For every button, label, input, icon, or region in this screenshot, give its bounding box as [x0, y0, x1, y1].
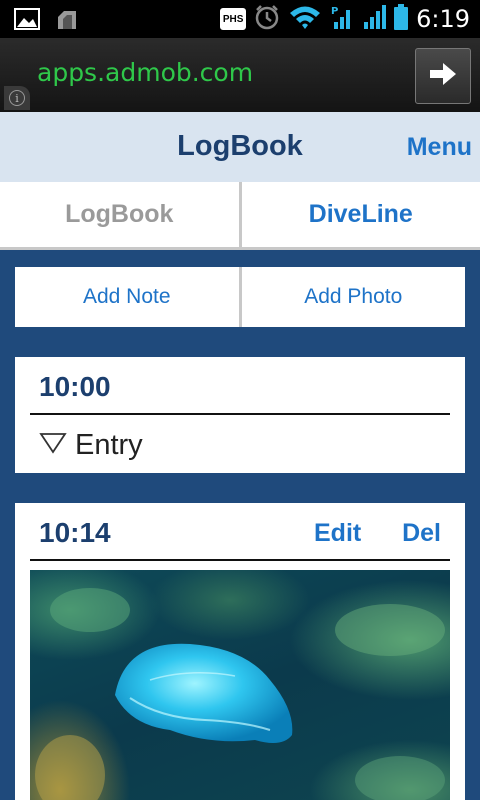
- battery-icon: [394, 3, 409, 35]
- divider: [30, 559, 450, 561]
- svg-text:P: P: [331, 6, 338, 17]
- divider: [30, 413, 450, 415]
- wifi-icon: [288, 4, 322, 35]
- entry-label: Entry: [75, 429, 143, 461]
- log-entry-card: 10:14 Edit Del: [15, 503, 465, 800]
- add-photo-button[interactable]: Add Photo: [242, 267, 466, 327]
- app-header: LogBook Menu: [0, 112, 480, 182]
- entry-time: 10:00: [39, 371, 111, 402]
- status-bar: PHS P 6:19: [0, 0, 480, 38]
- action-bar: Add Note Add Photo: [15, 267, 465, 327]
- triangle-down-icon: [39, 432, 67, 459]
- ad-banner[interactable]: apps.admob.com i: [0, 38, 480, 112]
- menu-button[interactable]: Menu: [407, 133, 472, 162]
- usb-icon: [54, 7, 80, 36]
- entry-toggle[interactable]: Entry: [39, 429, 143, 462]
- info-icon: i: [9, 90, 25, 106]
- log-entry-card: 10:00 Entry: [15, 357, 465, 473]
- ad-url[interactable]: apps.admob.com: [37, 58, 253, 87]
- ad-open-button[interactable]: [415, 48, 471, 104]
- alarm-icon: [254, 4, 280, 35]
- entry-time: 10:14: [39, 517, 111, 548]
- signal-icon: P: [330, 4, 354, 35]
- tab-logbook[interactable]: LogBook: [0, 182, 242, 247]
- edit-button[interactable]: Edit: [314, 519, 361, 548]
- ad-info-button[interactable]: i: [4, 86, 30, 110]
- tab-diveline[interactable]: DiveLine: [242, 182, 480, 247]
- entry-photo[interactable]: [30, 570, 450, 800]
- jellyfish-image: [35, 588, 445, 800]
- signal-icon: [362, 4, 387, 35]
- arrow-right-icon: [428, 62, 458, 91]
- gallery-icon: [14, 8, 40, 35]
- phs-icon: PHS: [220, 8, 247, 30]
- add-note-button[interactable]: Add Note: [15, 267, 242, 327]
- delete-button[interactable]: Del: [402, 519, 441, 548]
- tab-bar: LogBook DiveLine: [0, 182, 480, 250]
- status-clock: 6:19: [416, 5, 470, 33]
